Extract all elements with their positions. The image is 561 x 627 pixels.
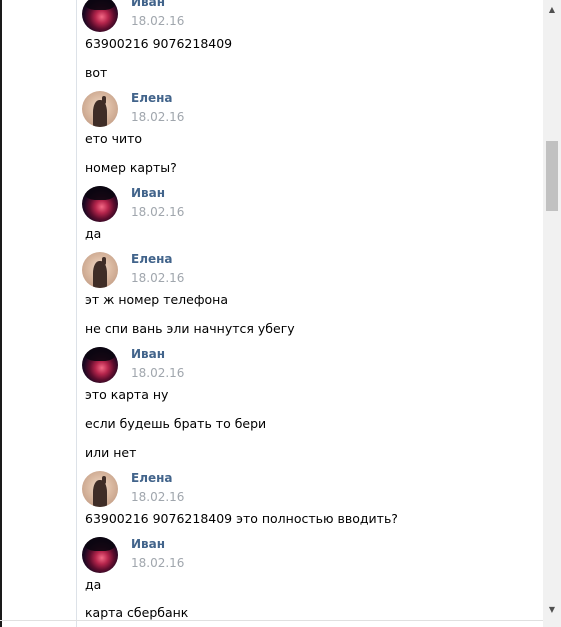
message-text: ето чито — [85, 131, 143, 146]
avatar[interactable] — [82, 471, 118, 507]
message-text: да — [85, 226, 102, 241]
avatar[interactable] — [82, 347, 118, 383]
message-text: да — [85, 577, 102, 592]
message-author[interactable]: Елена — [131, 252, 173, 266]
message-text: если будешь брать то бери — [85, 416, 267, 431]
message-text: 63900216 9076218409 — [85, 36, 233, 51]
window-left-border — [0, 0, 2, 627]
message-date: 18.02.16 — [131, 490, 185, 504]
message-date: 18.02.16 — [131, 271, 185, 285]
message-author[interactable]: Иван — [131, 186, 165, 200]
message-author[interactable]: Иван — [131, 537, 165, 551]
message-author[interactable]: Иван — [131, 347, 165, 361]
message-date: 18.02.16 — [131, 366, 185, 380]
message-date: 18.02.16 — [131, 110, 185, 124]
message-text: карта сбербанк — [85, 605, 189, 620]
message-text: не спи вань эли начнутся убегу — [85, 321, 295, 336]
avatar[interactable] — [82, 252, 118, 288]
message-text: это карта ну — [85, 387, 169, 402]
message-author[interactable]: Иван — [131, 0, 165, 9]
message-author[interactable]: Елена — [131, 471, 173, 485]
scroll-down-arrow-icon[interactable]: ▼ — [543, 602, 561, 618]
message-date: 18.02.16 — [131, 556, 185, 570]
message-text: вот — [85, 65, 108, 80]
message-text: 63900216 9076218409 это полностью вводит… — [85, 511, 398, 526]
scroll-up-arrow-icon[interactable]: ▲ — [543, 2, 561, 18]
message-text: эт ж номер телефона — [85, 292, 229, 307]
avatar[interactable] — [82, 186, 118, 222]
scrollbar-thumb[interactable] — [546, 141, 558, 211]
bottom-divider — [0, 620, 561, 621]
message-date: 18.02.16 — [131, 14, 185, 28]
avatar[interactable] — [82, 91, 118, 127]
message-author[interactable]: Елена — [131, 91, 173, 105]
avatar[interactable] — [82, 0, 118, 32]
message-text: или нет — [85, 445, 137, 460]
message-date: 18.02.16 — [131, 205, 185, 219]
message-text: номер карты? — [85, 160, 177, 175]
content-divider — [76, 0, 77, 627]
vertical-scrollbar[interactable]: ▲ ▼ — [543, 0, 561, 627]
avatar[interactable] — [82, 537, 118, 573]
